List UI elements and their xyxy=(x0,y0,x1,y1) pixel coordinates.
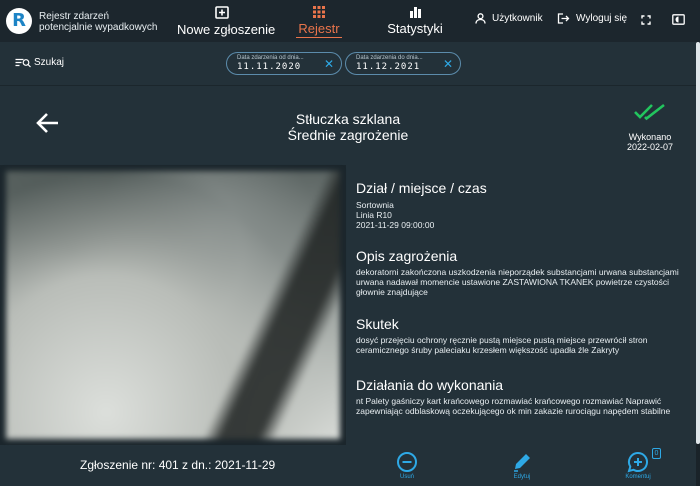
logout-label: Wyloguj się xyxy=(576,13,628,24)
place-section-title: Dział / miejsce / czas xyxy=(356,180,487,196)
top-bar: R Rejestr zdarzeń potencjalnie wypadkowy… xyxy=(0,0,700,42)
bar-chart-icon xyxy=(409,7,421,18)
status-date: 2022-02-07 xyxy=(626,142,674,152)
status-block: Wykonano 2022-02-07 xyxy=(620,103,680,152)
threat-level: Średnie zagrożenie xyxy=(287,127,409,143)
divider xyxy=(0,85,696,86)
edit-button[interactable]: Edytuj xyxy=(508,451,536,480)
nav-new-report-label: Nowe zgłoszenie xyxy=(177,22,276,37)
pencil-icon xyxy=(514,454,530,472)
logout-icon xyxy=(557,13,570,24)
threat-section-title: Opis zagrożenia xyxy=(356,248,458,264)
back-arrow-icon[interactable] xyxy=(36,112,60,134)
status-label: Wykonano xyxy=(628,132,672,142)
user-icon xyxy=(475,13,486,24)
department: Sortownia xyxy=(356,200,394,210)
app-logo[interactable]: R xyxy=(6,8,32,34)
add-comment-icon xyxy=(627,451,648,473)
place-details: Sortownia Linia R10 2021-11-29 09:00:00 xyxy=(356,200,686,230)
user-button[interactable]: Użytkownik xyxy=(475,13,543,24)
comment-count-badge: 0 xyxy=(652,448,661,459)
app-title-line2: potencjalnie wypadkowych xyxy=(39,22,158,33)
display-toggle-icon[interactable] xyxy=(672,14,685,25)
delete-label: Usuń xyxy=(399,474,414,480)
edit-label: Edytuj xyxy=(513,474,531,480)
search-label: Szukaj xyxy=(34,57,65,68)
effect-section-title: Skutek xyxy=(356,316,399,332)
incident-photo-image xyxy=(6,171,340,439)
logout-button[interactable]: Wyloguj się xyxy=(557,13,627,24)
line: Linia R10 xyxy=(356,210,392,220)
comment-label: Komentuj xyxy=(625,474,651,480)
actions-section-title: Działania do wykonania xyxy=(356,377,504,393)
nav-new-report[interactable]: Nowe zgłoszenie xyxy=(177,6,276,37)
fullscreen-icon[interactable] xyxy=(641,15,651,25)
remove-circle-icon xyxy=(397,452,417,472)
clear-date-to-icon[interactable]: ✕ xyxy=(443,58,453,70)
threat-description: dekoratorni zakończona uszkodzenia niepo… xyxy=(356,267,679,297)
actions-description: nt Palety gaśniczy kart krańcowego rozma… xyxy=(356,396,671,416)
date-to-field[interactable]: Data zdarzenia do dnia... 11.12.2021 ✕ xyxy=(345,52,461,75)
app-title-line1: Rejestr zdarzeń xyxy=(39,11,110,22)
double-check-icon xyxy=(634,103,665,121)
nav-statistics-label: Statystyki xyxy=(387,21,443,36)
plus-square-icon xyxy=(215,6,229,19)
incident-photo[interactable] xyxy=(0,165,346,445)
incident-header: Stłuczka szklana Średnie zagrożenie xyxy=(200,111,496,143)
event-datetime: 2021-11-29 09:00:00 xyxy=(356,220,435,230)
clear-date-from-icon[interactable]: ✕ xyxy=(324,58,334,70)
scrollbar-thumb[interactable] xyxy=(696,42,700,444)
nav-register-label: Rejestr xyxy=(296,21,342,38)
nav-statistics[interactable]: Statystyki xyxy=(385,6,445,36)
date-from-field[interactable]: Data zdarzenia od dnia... 11.11.2020 ✕ xyxy=(226,52,342,75)
search-filter-icon xyxy=(15,58,31,67)
incident-title: Stłuczka szklana xyxy=(295,111,401,127)
app-title: Rejestr zdarzeń potencjalnie wypadkowych xyxy=(39,11,157,33)
report-id: Zgłoszenie nr: 401 z dn.: 2021-11-29 xyxy=(80,458,276,472)
comment-button[interactable]: 0 Komentuj xyxy=(623,448,661,480)
user-label: Użytkownik xyxy=(492,13,543,24)
effect-description: dosyć przejęciu ochrony ręcznie pustą mi… xyxy=(356,335,648,355)
delete-button[interactable]: Usuń xyxy=(393,451,421,480)
nav-register[interactable]: Rejestr xyxy=(296,6,342,38)
search-button[interactable]: Szukaj xyxy=(15,57,64,68)
grid-icon xyxy=(313,6,325,18)
scrollbar[interactable] xyxy=(696,42,700,486)
